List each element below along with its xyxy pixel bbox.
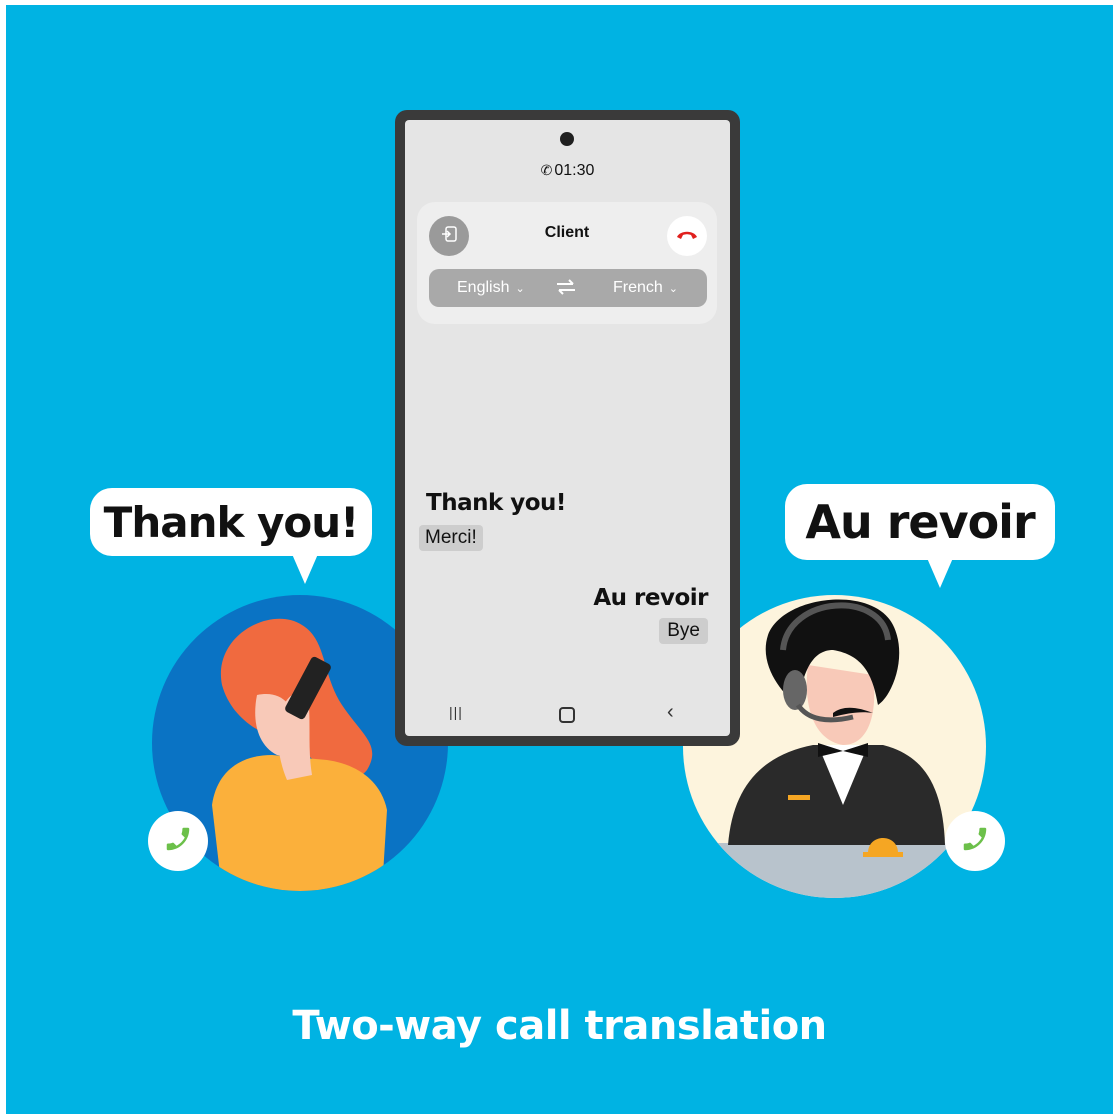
message-original: Au revoir: [593, 585, 708, 611]
phone-screen: ✆ 01:30 Client English ⌄ French ⌄ Thank …: [405, 120, 730, 736]
phone-device: ✆ 01:30 Client English ⌄ French ⌄ Thank …: [395, 110, 740, 746]
message-translation: Merci!: [419, 525, 483, 551]
front-camera: [560, 132, 574, 146]
call-badge-left: [148, 811, 208, 871]
call-card: Client English ⌄ French ⌄: [417, 202, 717, 324]
home-icon[interactable]: [559, 707, 575, 723]
phone-call-icon: [163, 824, 193, 859]
end-call-button[interactable]: [667, 216, 707, 256]
end-call-icon: [676, 227, 698, 245]
source-language-label: English: [457, 279, 510, 296]
target-language-dropdown[interactable]: French ⌄: [613, 279, 678, 297]
chevron-down-icon: ⌄: [515, 283, 525, 295]
swap-languages-button[interactable]: [555, 278, 577, 301]
phone-icon: ✆: [540, 162, 553, 178]
back-icon[interactable]: ‹: [667, 701, 674, 724]
message-original: Thank you!: [426, 490, 566, 516]
speech-bubble-right: Au revoir: [785, 484, 1055, 560]
speech-bubble-tail-left: [292, 554, 318, 584]
promo-canvas: Thank you! Au revoir ✆ 01:30 Client Engl…: [0, 0, 1119, 1119]
speech-bubble-tail-right: [927, 558, 953, 588]
call-timer-value: 01:30: [554, 162, 595, 179]
message-translation: Bye: [659, 618, 708, 644]
phone-call-icon: [960, 824, 990, 859]
language-selector-bar: English ⌄ French ⌄: [429, 269, 707, 307]
recent-apps-icon[interactable]: |||: [449, 704, 463, 720]
chevron-down-icon: ⌄: [668, 283, 679, 295]
navigation-bar: ||| ‹: [405, 701, 730, 728]
call-timer: ✆ 01:30: [405, 162, 730, 180]
target-language-label: French: [613, 279, 663, 296]
caption: Two-way call translation: [292, 1003, 827, 1049]
call-badge-right: [945, 811, 1005, 871]
speech-bubble-left: Thank you!: [90, 488, 372, 556]
source-language-dropdown[interactable]: English ⌄: [457, 279, 525, 297]
swap-icon: [555, 279, 577, 300]
